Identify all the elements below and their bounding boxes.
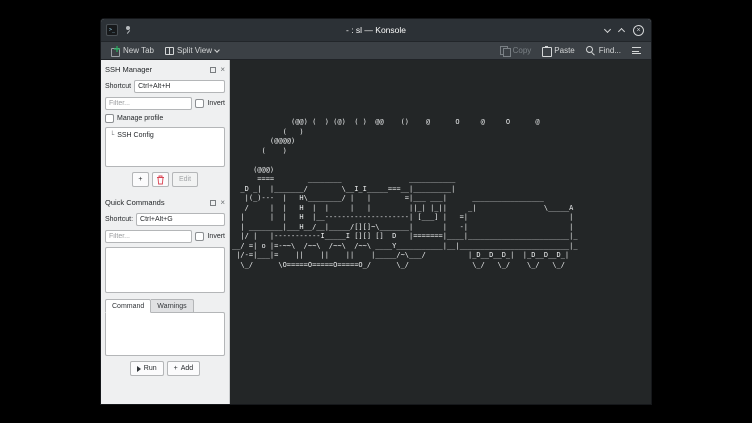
terminal-area[interactable]: (@@) ( ) (@) ( ) @@ () @ O @ O @ ( ) (@@… — [230, 60, 651, 404]
qc-buttons-row: Run + Add — [105, 361, 225, 376]
ssh-shortcut-row: Shortcut — [105, 80, 225, 93]
qc-invert-checkbox[interactable] — [195, 232, 204, 241]
quick-commands-title: Quick Commands — [105, 198, 206, 207]
ssh-manager-panel: SSH Manager × Shortcut Invert Manage pro… — [105, 62, 225, 187]
chevron-up-icon — [618, 27, 625, 34]
split-view-label: Split View — [177, 46, 212, 55]
tab-warnings[interactable]: Warnings — [151, 299, 193, 313]
quick-commands-list[interactable] — [105, 247, 225, 293]
trash-icon — [156, 175, 165, 185]
close-panel-button[interactable]: × — [220, 200, 225, 206]
copy-icon — [500, 46, 510, 56]
minimize-button[interactable] — [605, 29, 610, 32]
qc-tabs: Command Warnings — [105, 299, 225, 313]
new-tab-button[interactable]: New Tab — [107, 44, 158, 57]
float-icon — [210, 67, 216, 73]
hamburger-menu-icon — [632, 47, 641, 54]
qc-shortcut-label: Shortcut: — [105, 216, 133, 223]
paste-label: Paste — [554, 46, 574, 55]
split-view-icon — [165, 47, 174, 55]
ssh-config-list[interactable]: └ SSH Config — [105, 127, 225, 167]
close-panel-button[interactable]: × — [220, 67, 225, 73]
add-label: Add — [181, 365, 193, 372]
copy-button[interactable]: Copy — [496, 44, 536, 58]
tree-branch-icon: └ — [110, 131, 114, 139]
ssh-config-item-label: SSH Config — [117, 132, 154, 139]
ssh-shortcut-label: Shortcut — [105, 83, 131, 90]
qc-filter-input[interactable] — [105, 230, 192, 243]
konsole-app-icon: >_ — [106, 24, 118, 36]
window-controls: × — [605, 19, 644, 41]
run-button[interactable]: Run — [130, 361, 164, 376]
edit-ssh-button[interactable]: Edit — [172, 172, 198, 187]
ssh-buttons-row: + Edit — [105, 172, 225, 187]
close-icon: × — [633, 25, 644, 36]
delete-ssh-button[interactable] — [152, 172, 169, 187]
manage-profile-label: Manage profile — [117, 115, 163, 122]
new-tab-label: New Tab — [123, 46, 154, 55]
main-content: SSH Manager × Shortcut Invert Manage pro… — [101, 60, 651, 404]
maximize-button[interactable] — [619, 27, 624, 34]
list-item[interactable]: └ SSH Config — [108, 130, 222, 140]
ssh-invert-label: Invert — [207, 100, 225, 107]
qc-invert-label: Invert — [207, 233, 225, 240]
titlebar[interactable]: >_ - : sl — Konsole × — [101, 19, 651, 41]
find-button[interactable]: Find... — [582, 44, 625, 58]
qc-filter-row: Invert — [105, 230, 225, 243]
float-icon — [210, 200, 216, 206]
ssh-invert-checkbox[interactable] — [195, 99, 204, 108]
search-icon — [586, 46, 596, 56]
find-label: Find... — [599, 46, 621, 55]
plus-icon: + — [174, 365, 178, 372]
chevron-down-icon — [214, 47, 220, 53]
ssh-manager-header[interactable]: SSH Manager × — [105, 63, 225, 76]
manage-profile-checkbox[interactable] — [105, 114, 114, 123]
float-panel-button[interactable] — [210, 200, 216, 206]
sidebar: SSH Manager × Shortcut Invert Manage pro… — [101, 60, 230, 404]
quick-commands-header[interactable]: Quick Commands × — [105, 196, 225, 209]
run-icon — [137, 366, 141, 372]
add-command-button[interactable]: + Add — [167, 361, 201, 376]
ssh-manager-title: SSH Manager — [105, 65, 206, 74]
ssh-filter-input[interactable] — [105, 97, 192, 110]
paste-icon — [542, 46, 551, 56]
float-panel-button[interactable] — [210, 67, 216, 73]
add-ssh-button[interactable]: + — [132, 172, 149, 187]
copy-label: Copy — [513, 46, 532, 55]
qc-shortcut-row: Shortcut: — [105, 213, 225, 226]
ascii-train-art: (@@) ( ) (@) ( ) @@ () @ O @ O @ ( ) (@@… — [230, 60, 651, 270]
konsole-window: >_ - : sl — Konsole × New Tab Split View… — [100, 18, 652, 405]
command-editor[interactable] — [105, 312, 225, 356]
run-label: Run — [144, 365, 157, 372]
close-button[interactable]: × — [633, 25, 644, 36]
main-toolbar: New Tab Split View Copy Paste Find... — [101, 41, 651, 60]
manage-profile-row: Manage profile — [105, 114, 225, 123]
menu-button[interactable] — [628, 45, 645, 56]
qc-shortcut-input[interactable] — [136, 213, 225, 226]
ssh-shortcut-input[interactable] — [134, 80, 225, 93]
ssh-filter-row: Invert — [105, 97, 225, 110]
window-title: - : sl — Konsole — [101, 25, 651, 35]
tab-command[interactable]: Command — [105, 299, 151, 313]
new-tab-icon — [111, 46, 120, 55]
paste-button[interactable]: Paste — [538, 44, 578, 58]
quick-commands-panel: Quick Commands × Shortcut: Invert Comman… — [105, 195, 225, 376]
pin-icon[interactable] — [123, 25, 133, 36]
split-view-button[interactable]: Split View — [161, 44, 223, 57]
titlebar-left: >_ — [106, 19, 133, 41]
chevron-down-icon — [604, 25, 611, 32]
